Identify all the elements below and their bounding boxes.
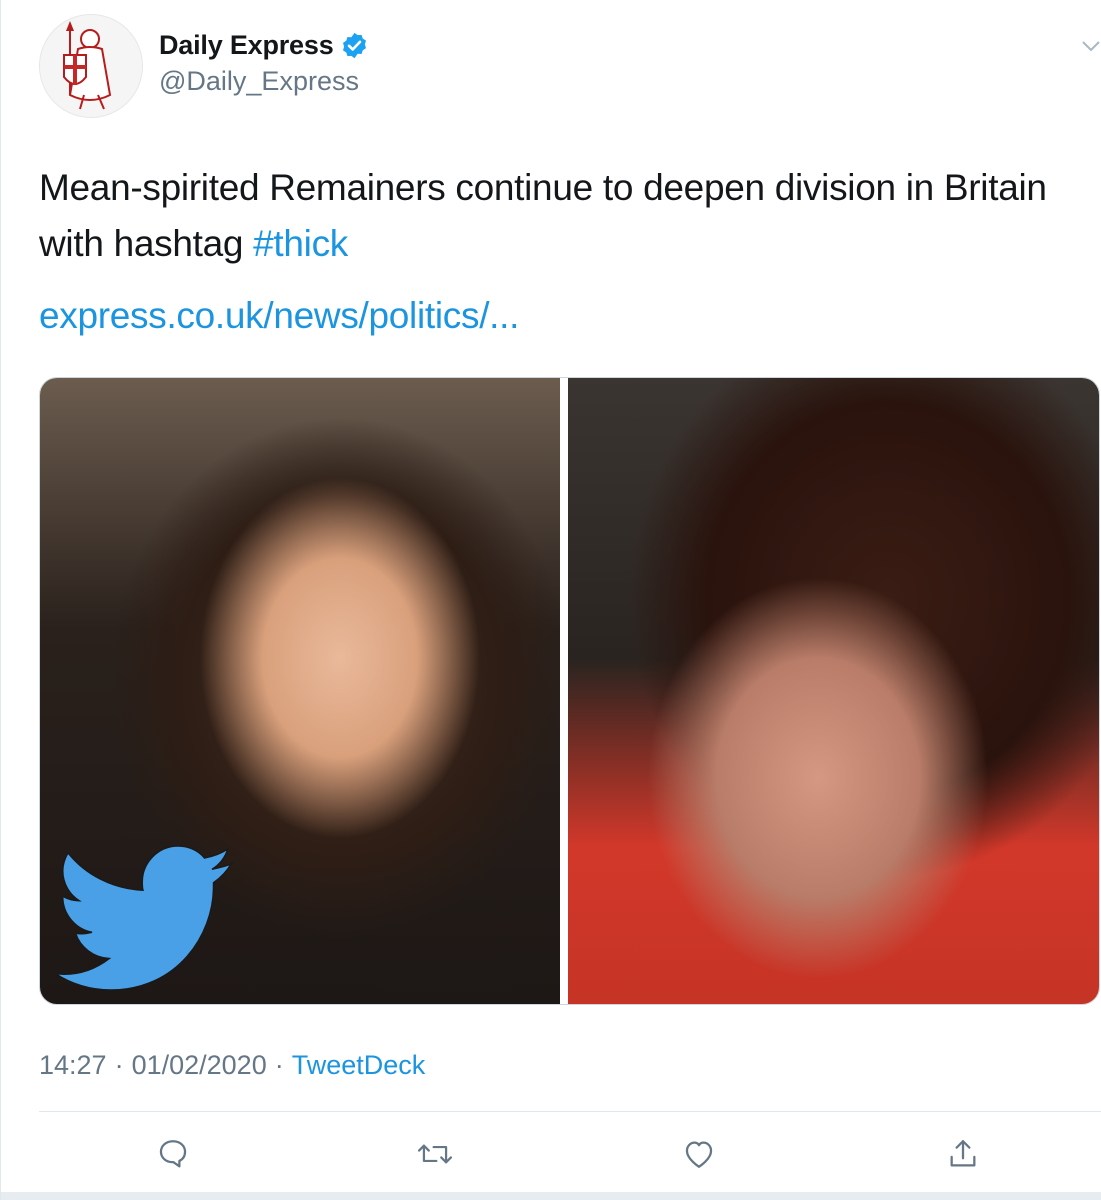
reply-button[interactable] bbox=[153, 1132, 193, 1176]
tweet-card: Daily Express @Daily_Express Mean-spirit… bbox=[0, 0, 1101, 1200]
meta-separator: · bbox=[274, 1050, 284, 1080]
author-name-row[interactable]: Daily Express bbox=[159, 30, 369, 61]
heart-icon bbox=[685, 1141, 713, 1168]
share-button[interactable] bbox=[943, 1132, 983, 1176]
twitter-bird-icon bbox=[56, 846, 234, 991]
retweet-button[interactable] bbox=[415, 1132, 455, 1176]
article-link[interactable]: express.co.uk/news/politics/... bbox=[39, 288, 519, 344]
tweet-date[interactable]: 01/02/2020 bbox=[132, 1050, 267, 1081]
hashtag-link[interactable]: #thick bbox=[253, 223, 348, 264]
tweet-text: Mean-spirited Remainers continue to deep… bbox=[39, 160, 1099, 272]
like-button[interactable] bbox=[679, 1132, 719, 1176]
tweet-text-body: Mean-spirited Remainers continue to deep… bbox=[39, 167, 1047, 264]
media-grid bbox=[39, 377, 1100, 1005]
meta-separator: · bbox=[114, 1050, 124, 1080]
share-icon bbox=[950, 1140, 976, 1167]
verified-badge-icon bbox=[340, 31, 369, 60]
chevron-down-icon[interactable] bbox=[1081, 38, 1101, 54]
photo-right[interactable] bbox=[568, 378, 1099, 1004]
action-bar bbox=[1, 1132, 1101, 1180]
avatar[interactable] bbox=[39, 14, 143, 118]
author-handle[interactable]: @Daily_Express bbox=[159, 66, 359, 97]
bottom-divider bbox=[1, 1192, 1101, 1200]
tweet-time[interactable]: 14:27 bbox=[39, 1050, 107, 1081]
reply-icon bbox=[159, 1140, 187, 1168]
tweet-source-link[interactable]: TweetDeck bbox=[292, 1050, 426, 1081]
crusader-logo-icon bbox=[40, 15, 142, 117]
media-divider bbox=[560, 378, 568, 1004]
display-name[interactable]: Daily Express bbox=[159, 30, 334, 61]
tweet-metadata: 14:27 · 01/02/2020 · TweetDeck bbox=[39, 1050, 425, 1081]
divider bbox=[39, 1111, 1101, 1112]
retweet-icon bbox=[417, 1144, 453, 1164]
photo-left[interactable] bbox=[40, 378, 560, 1004]
